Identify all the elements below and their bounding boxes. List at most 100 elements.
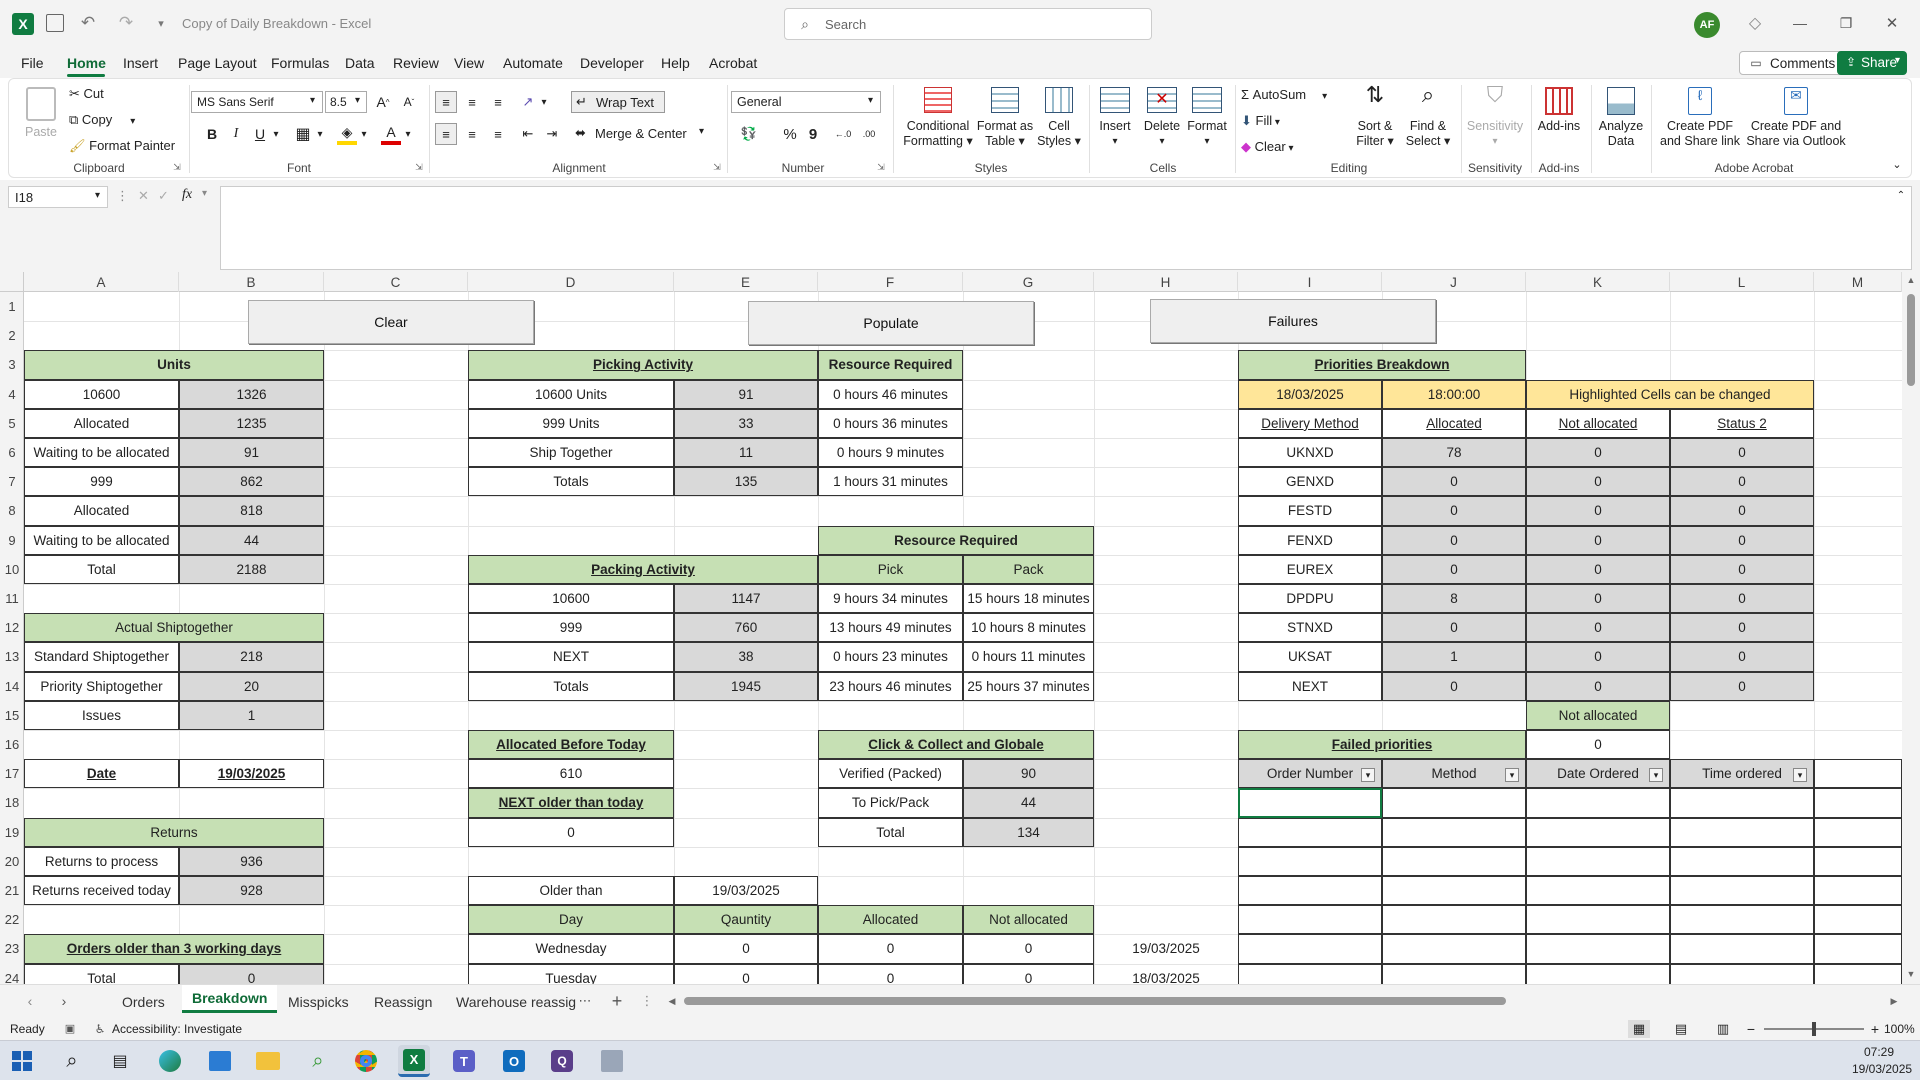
column-header[interactable]: B: [179, 272, 324, 292]
confirm-entry-icon[interactable]: ✓: [158, 188, 169, 204]
row-header[interactable]: 3: [0, 350, 24, 379]
units-label[interactable]: Waiting to be allocated: [24, 438, 179, 468]
row-header[interactable]: 18: [0, 788, 24, 817]
priorities-col-header[interactable]: Not allocated: [1526, 408, 1670, 438]
paste-button[interactable]: Paste: [21, 87, 61, 157]
magnifier-app-icon[interactable]: ⌕: [302, 1045, 334, 1077]
align-center-icon[interactable]: ≡: [461, 123, 483, 145]
priorities-time[interactable]: 18:00:00: [1382, 379, 1526, 409]
picking-value[interactable]: 91: [674, 379, 818, 409]
units-value[interactable]: 2188: [179, 554, 324, 584]
tab-automate[interactable]: Automate: [503, 55, 563, 71]
date-label[interactable]: Date: [24, 759, 179, 789]
tab-acrobat[interactable]: Acrobat: [709, 55, 757, 71]
picking-resource[interactable]: 1 hours 31 minutes: [818, 467, 963, 497]
redo-icon[interactable]: ↷: [114, 12, 138, 34]
row-header[interactable]: 5: [0, 409, 24, 438]
picking-label[interactable]: 10600 Units: [468, 379, 674, 409]
priorities-col-header[interactable]: Delivery Method: [1238, 408, 1382, 438]
failed-col-header[interactable]: Date Ordered ▾: [1526, 759, 1670, 789]
shiptogether-label[interactable]: Priority Shiptogether: [24, 671, 179, 701]
failed-empty-cell[interactable]: [1670, 788, 1814, 818]
avatar[interactable]: AF: [1694, 12, 1720, 38]
picking-label[interactable]: Totals: [468, 467, 674, 497]
priorities-allocated[interactable]: 0: [1382, 554, 1526, 584]
failed-empty-cell[interactable]: [1526, 876, 1670, 906]
chevron-down-icon[interactable]: ▾: [403, 123, 413, 145]
failed-empty-cell[interactable]: [1670, 876, 1814, 906]
alignment-launcher-icon[interactable]: ⇲: [711, 161, 723, 173]
share-button[interactable]: ⇪ Share ▾: [1837, 51, 1907, 75]
shiptogether-value[interactable]: 218: [179, 642, 324, 672]
failed-col-header[interactable]: Method ▾: [1382, 759, 1526, 789]
select-all-corner[interactable]: [0, 272, 24, 292]
returns-label[interactable]: Returns to process: [24, 846, 179, 876]
app-icon[interactable]: Q: [546, 1045, 578, 1077]
units-label[interactable]: Allocated: [24, 408, 179, 438]
row-header[interactable]: 1: [0, 292, 24, 321]
align-top-icon[interactable]: ≡: [435, 91, 457, 113]
sensitivity-button[interactable]: ⛉ Sensitivity ▾: [1463, 84, 1527, 149]
click-collect-value[interactable]: 134: [963, 817, 1094, 847]
next-sheet-icon[interactable]: ›: [56, 993, 72, 1009]
priorities-not-allocated[interactable]: 0: [1526, 671, 1670, 701]
priorities-status2[interactable]: 0: [1670, 613, 1814, 643]
priorities-allocated[interactable]: 1: [1382, 642, 1526, 672]
clock-time[interactable]: 07:29: [1864, 1045, 1894, 1059]
alloc-before-header[interactable]: Allocated Before Today: [468, 730, 674, 760]
priorities-status2[interactable]: 0: [1670, 554, 1814, 584]
row-header[interactable]: 13: [0, 642, 24, 671]
row-header[interactable]: 8: [0, 496, 24, 525]
orientation-icon[interactable]: ↗: [517, 91, 539, 113]
shiptogether-header[interactable]: Actual Shiptogether: [24, 613, 324, 643]
packing-pick[interactable]: 9 hours 34 minutes: [818, 584, 963, 614]
priorities-not-allocated[interactable]: 0: [1526, 467, 1670, 497]
picking-resource[interactable]: 0 hours 46 minutes: [818, 379, 963, 409]
horizontal-scroll-thumb[interactable]: [684, 997, 1506, 1005]
click-collect-label[interactable]: To Pick/Pack: [818, 788, 963, 818]
row-header[interactable]: 15: [0, 701, 24, 730]
search-icon[interactable]: ⌕: [56, 1045, 88, 1077]
autosum-button[interactable]: Σ AutoSum ▾: [1241, 87, 1327, 102]
number-launcher-icon[interactable]: ⇲: [875, 161, 887, 173]
failed-empty-cell[interactable]: [1814, 817, 1902, 847]
priorities-allocated[interactable]: 78: [1382, 438, 1526, 468]
sheet-tab-misspicks[interactable]: Misspicks: [288, 991, 349, 1013]
packing-pick[interactable]: 23 hours 46 minutes: [818, 671, 963, 701]
failed-empty-cell[interactable]: [1526, 905, 1670, 935]
tab-view[interactable]: View: [454, 55, 484, 71]
date-value[interactable]: 19/03/2025: [179, 759, 324, 789]
packing-pack[interactable]: 10 hours 8 minutes: [963, 613, 1094, 643]
priorities-method[interactable]: EUREX: [1238, 554, 1382, 584]
not-allocated-value[interactable]: 0: [1526, 730, 1670, 760]
failed-empty-cell[interactable]: [1814, 759, 1902, 789]
delete-cells-button[interactable]: ✕ Delete ▾: [1139, 87, 1185, 149]
underline-icon[interactable]: U: [251, 123, 269, 145]
borders-icon[interactable]: ▦: [293, 123, 313, 145]
priorities-method[interactable]: DPDPU: [1238, 584, 1382, 614]
clipboard-launcher-icon[interactable]: ⇲: [171, 161, 183, 173]
priorities-note[interactable]: Highlighted Cells can be changed: [1526, 379, 1814, 409]
name-box[interactable]: I18 ▾: [8, 186, 108, 208]
units-label[interactable]: 10600: [24, 379, 179, 409]
packing-label[interactable]: Totals: [468, 671, 674, 701]
chrome-icon[interactable]: [350, 1045, 382, 1077]
picking-value[interactable]: 11: [674, 438, 818, 468]
priorities-status2[interactable]: 0: [1670, 467, 1814, 497]
windows-start-icon[interactable]: [6, 1045, 38, 1077]
conditional-formatting-button[interactable]: Conditional Formatting ▾: [895, 87, 981, 149]
picking-value[interactable]: 135: [674, 467, 818, 497]
older-than-not-allocated[interactable]: 0: [963, 934, 1094, 964]
packing-label[interactable]: NEXT: [468, 642, 674, 672]
failed-header[interactable]: Failed priorities: [1238, 730, 1526, 760]
packing-pack[interactable]: 25 hours 37 minutes: [963, 671, 1094, 701]
chevron-down-icon[interactable]: ▾: [271, 123, 281, 145]
row-header[interactable]: 23: [0, 934, 24, 963]
priorities-status2[interactable]: 0: [1670, 496, 1814, 526]
priorities-date[interactable]: 18/03/2025: [1238, 379, 1382, 409]
zoom-slider[interactable]: [1764, 1022, 1864, 1036]
shiptogether-label[interactable]: Standard Shiptogether: [24, 642, 179, 672]
priorities-not-allocated[interactable]: 0: [1526, 642, 1670, 672]
older-than-col-header[interactable]: Not allocated: [963, 905, 1094, 935]
row-header[interactable]: 9: [0, 526, 24, 555]
